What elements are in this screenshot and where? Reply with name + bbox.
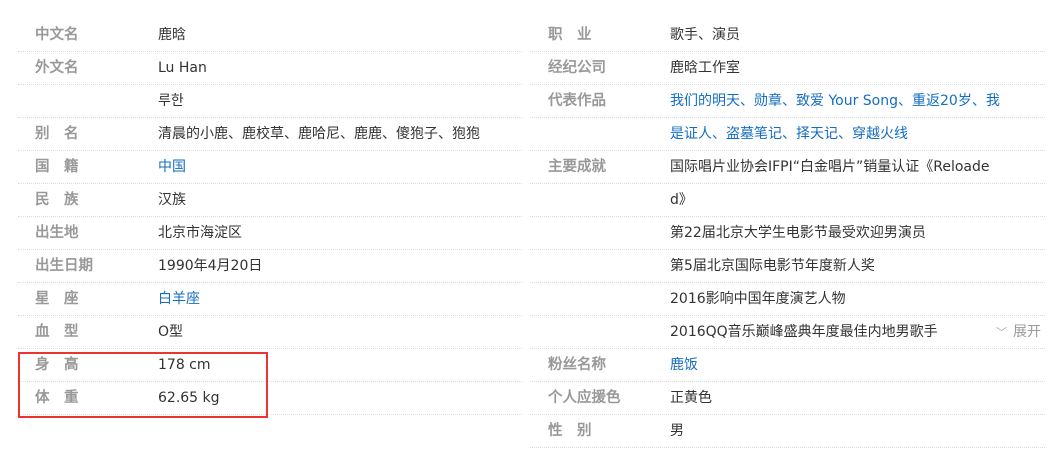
info-value: d》 [670, 192, 693, 208]
info-label: 个人应援色 [548, 390, 621, 406]
info-label: 星 座 [35, 291, 79, 307]
info-value: 汉族 [158, 192, 186, 208]
chevron-down-icon: ﹀ [996, 326, 1007, 339]
info-value: 男 [670, 423, 684, 439]
info-row: 出生地 北京市海淀区 [18, 217, 522, 250]
info-value: 正黄色 [670, 390, 712, 406]
info-label: 别 名 [35, 126, 79, 142]
info-value: O型 [158, 324, 184, 340]
info-row: 代表作品 我们的明天、勋章、致爱 Your Song、重返20岁、我 [530, 85, 1045, 118]
info-row: 经纪公司 鹿晗工作室 [530, 52, 1045, 85]
info-label: 出生地 [35, 225, 79, 241]
info-label: 代表作品 [548, 93, 606, 109]
info-row: d》 [530, 184, 1045, 217]
info-row: 血 型 O型 [18, 316, 522, 349]
info-label: 民 族 [35, 192, 79, 208]
info-value: 2016影响中国年度演艺人物 [670, 291, 846, 307]
info-value: 鹿晗 [158, 27, 186, 43]
highlight-box [18, 352, 268, 418]
info-value: 2016QQ音乐巅峰盛典年度最佳内地男歌手 [670, 324, 938, 340]
info-row: 民 族 汉族 [18, 184, 522, 217]
info-row: 是证人、盗墓笔记、择天记、穿越火线 [530, 118, 1045, 151]
info-row: 个人应援色 正黄色 [530, 382, 1045, 415]
info-row: 2016影响中国年度演艺人物 [530, 283, 1045, 316]
info-row: 出生日期 1990年4月20日 [18, 250, 522, 283]
info-value: 1990年4月20日 [158, 258, 263, 274]
info-row: 루한 [18, 85, 522, 118]
info-label: 外文名 [35, 60, 79, 76]
info-row: 第5届北京国际电影节年度新人奖 [530, 250, 1045, 283]
info-row: 粉丝名称 鹿饭 [530, 349, 1045, 382]
info-value-link[interactable]: 白羊座 [158, 283, 200, 315]
info-label: 经纪公司 [548, 60, 606, 76]
info-row: 中文名 鹿晗 [18, 19, 522, 52]
info-label: 粉丝名称 [548, 357, 606, 373]
info-row: 星 座 白羊座 [18, 283, 522, 316]
info-value-link[interactable]: 是证人、盗墓笔记、择天记、穿越火线 [670, 118, 908, 150]
info-label: 性 别 [548, 423, 592, 439]
info-value: 第5届北京国际电影节年度新人奖 [670, 258, 875, 274]
info-value: Lu Han [158, 60, 207, 76]
info-label: 职 业 [548, 27, 592, 43]
info-value-link[interactable]: 中国 [158, 151, 186, 183]
info-value: 国际唱片业协会IFPI“白金唱片”销量认证《Reloade [670, 159, 990, 175]
info-label: 中文名 [35, 27, 79, 43]
info-value-link[interactable]: 鹿饭 [670, 349, 698, 381]
info-label: 出生日期 [35, 258, 93, 274]
info-row: 第22届北京大学生电影节最受欢迎男演员 [530, 217, 1045, 250]
info-row: 主要成就 国际唱片业协会IFPI“白金唱片”销量认证《Reloade [530, 151, 1045, 184]
right-info-column: 职 业 歌手、演员经纪公司 鹿晗工作室代表作品 我们的明天、勋章、致爱 Your So… [530, 19, 1045, 448]
info-label: 国 籍 [35, 159, 79, 175]
info-value: 歌手、演员 [670, 27, 740, 43]
info-value: 鹿晗工作室 [670, 60, 740, 76]
expand-button[interactable]: ﹀ 展开 [996, 316, 1041, 349]
info-value: 清晨的小鹿、鹿校草、鹿哈尼、鹿鹿、傻狍子、狍狍 [158, 126, 480, 142]
expand-label: 展开 [1013, 324, 1041, 340]
info-row: 性 别男 [530, 415, 1045, 448]
info-row: 外文名 Lu Han [18, 52, 522, 85]
info-label: 主要成就 [548, 159, 606, 175]
info-row: 职 业 歌手、演员 [530, 19, 1045, 52]
info-label: 血 型 [35, 324, 79, 340]
info-value: 第22届北京大学生电影节最受欢迎男演员 [670, 225, 926, 241]
info-row: 国 籍 中国 [18, 151, 522, 184]
info-value: 루한 [158, 93, 184, 109]
info-value: 北京市海淀区 [158, 225, 242, 241]
info-row: 2016QQ音乐巅峰盛典年度最佳内地男歌手 ﹀ 展开 [530, 316, 1045, 349]
info-value-link[interactable]: 我们的明天、勋章、致爱 Your Song、重返20岁、我 [670, 85, 1000, 117]
info-row: 别 名 清晨的小鹿、鹿校草、鹿哈尼、鹿鹿、傻狍子、狍狍 [18, 118, 522, 151]
